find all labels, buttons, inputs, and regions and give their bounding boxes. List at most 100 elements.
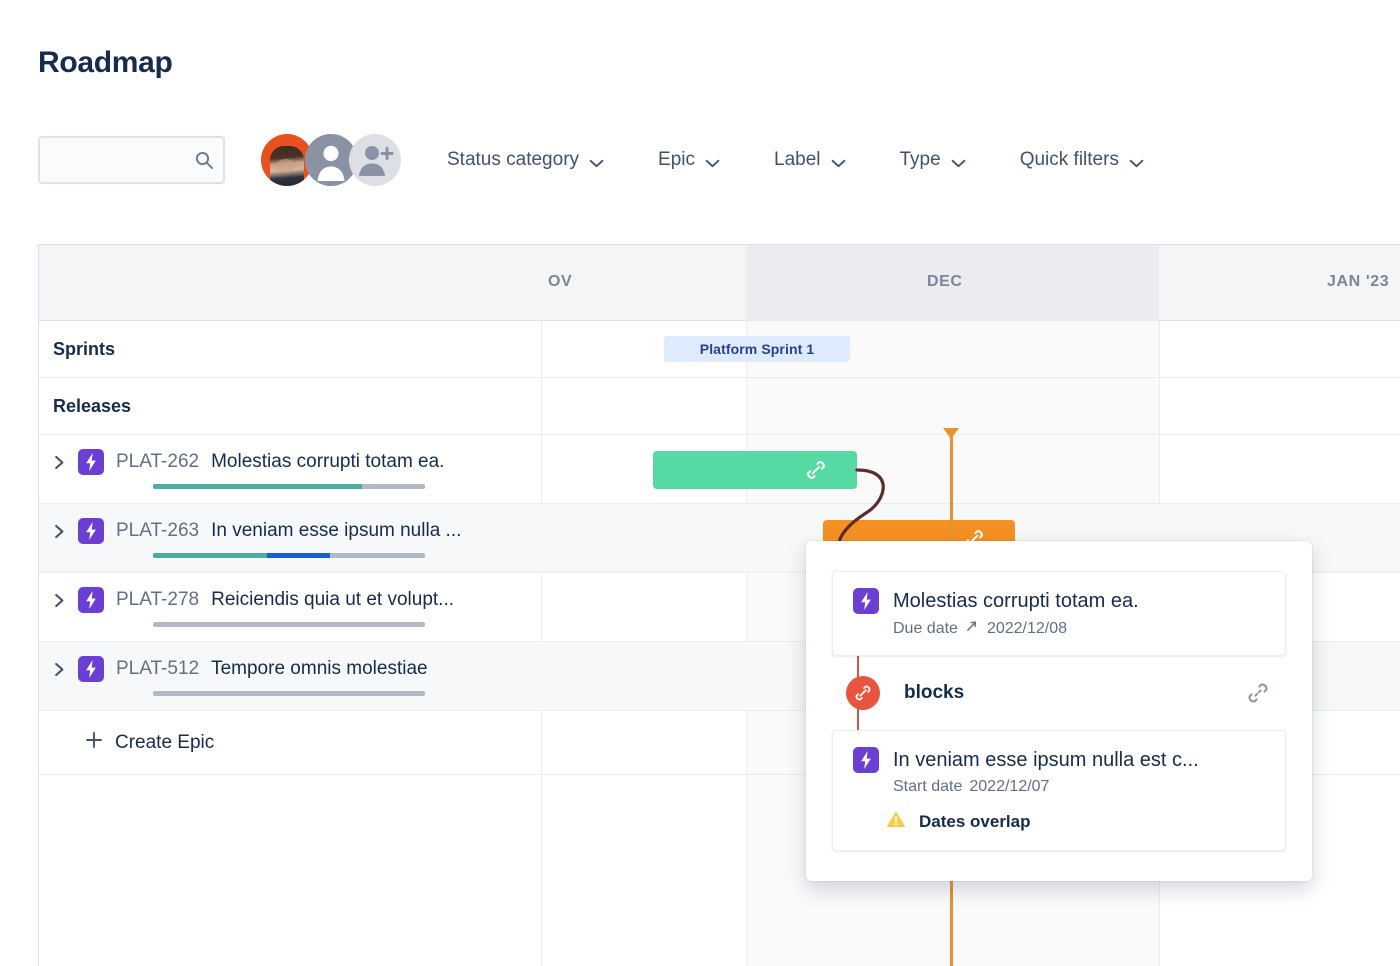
- sprint-chip-platform-sprint-1[interactable]: Platform Sprint 1: [664, 336, 850, 362]
- target-title: In veniam esse ipsum nulla est c...: [893, 748, 1199, 771]
- today-marker-arrow-icon: [943, 428, 959, 439]
- epic-key: PLAT-512: [116, 658, 200, 679]
- epic-name-cell: PLAT-278 Reiciendis quia ut et volupt...: [39, 573, 541, 641]
- epic-main: PLAT-278 Reiciendis quia ut et volupt...: [53, 587, 454, 613]
- epic-key: PLAT-263: [116, 520, 200, 541]
- filter-label: Type: [899, 149, 941, 170]
- row-sprints: Sprints Platform Sprint 1: [39, 321, 1400, 378]
- source-title-row: Molestias corrupti totam ea.: [853, 588, 1265, 614]
- avatar-group: [261, 134, 401, 186]
- dependency-relationship-label: blocks: [904, 682, 965, 703]
- month-header-row: OV DEC JAN '23: [39, 245, 1400, 321]
- filter-epic[interactable]: Epic: [650, 143, 728, 177]
- filter-label: Label: [774, 149, 821, 170]
- epic-main: PLAT-262 Molestias corrupti totam ea.: [53, 449, 444, 475]
- dependency-relationship-row: blocks: [832, 650, 1286, 736]
- filter-label: Status category: [447, 149, 580, 170]
- link-icon: [846, 676, 880, 710]
- chevron-down-icon: [1129, 156, 1144, 167]
- link-icon: [803, 457, 829, 483]
- row-releases: Releases: [39, 378, 1400, 435]
- epic-summary: Tempore omnis molestiae: [211, 658, 428, 679]
- releases-label: Releases: [53, 395, 132, 416]
- filter-label[interactable]: Label: [766, 143, 854, 177]
- row-label-cell: [39, 775, 541, 966]
- warning-triangle-icon: [885, 809, 907, 834]
- progress-segment: [153, 484, 363, 489]
- filter-quick-filters[interactable]: Quick filters: [1012, 143, 1152, 177]
- epic-name-cell: PLAT-263 In veniam esse ipsum nulla ...: [39, 504, 541, 572]
- epic-progress-bar: [153, 622, 425, 627]
- epic-summary: In veniam esse ipsum nulla ...: [211, 520, 462, 541]
- chevron-down-icon: [831, 156, 846, 167]
- dependency-target-card[interactable]: In veniam esse ipsum nulla est c... Star…: [832, 730, 1286, 851]
- avatar-face: [270, 146, 304, 186]
- epic-main: PLAT-512 Tempore omnis molestiae: [53, 656, 428, 682]
- chevron-right-icon[interactable]: [53, 662, 66, 677]
- unlink-icon[interactable]: [1244, 679, 1272, 707]
- epic-summary: Reiciendis quia ut et volupt...: [211, 589, 455, 610]
- month-label-jan: JAN '23: [1327, 273, 1390, 290]
- filter-status-category[interactable]: Status category: [439, 143, 612, 177]
- row-label-cell: Sprints: [39, 321, 541, 377]
- progress-segment: [329, 553, 425, 558]
- chevron-right-icon[interactable]: [53, 524, 66, 539]
- epic-name-cell: PLAT-262 Molestias corrupti totam ea.: [39, 435, 541, 503]
- add-person-avatar-button[interactable]: [349, 134, 401, 186]
- epic-icon: [78, 656, 104, 682]
- sprint-chip-label: Platform Sprint 1: [699, 341, 815, 357]
- progress-segment: [153, 553, 268, 558]
- chevron-down-icon: [705, 156, 720, 167]
- epic-icon: [853, 747, 879, 773]
- epic-name-cell: PLAT-512 Tempore omnis molestiae: [39, 642, 541, 710]
- row-label-cell: Releases: [39, 378, 541, 434]
- search-field-wrapper: [38, 136, 225, 184]
- dates-overlap-warning: Dates overlap: [885, 809, 1265, 834]
- dependency-popup: Molestias corrupti totam ea. Due date 20…: [806, 541, 1312, 881]
- epic-progress-bar: [153, 691, 425, 696]
- create-epic-button[interactable]: Create Epic: [53, 731, 214, 754]
- filter-label: Quick filters: [1019, 149, 1119, 170]
- progress-segment: [267, 553, 330, 558]
- chevron-right-icon[interactable]: [53, 593, 66, 608]
- source-meta-value: 2022/12/08: [986, 620, 1068, 637]
- progress-segment: [153, 691, 425, 696]
- epic-progress-bar: [153, 484, 425, 489]
- arrow-turn-icon: [965, 619, 980, 639]
- target-title-row: In veniam esse ipsum nulla est c...: [853, 747, 1265, 773]
- source-title: Molestias corrupti totam ea.: [893, 589, 1139, 612]
- gantt-bar-plat-262[interactable]: [653, 451, 857, 489]
- epic-key: PLAT-262: [116, 451, 200, 472]
- dates-overlap-text: Dates overlap: [919, 811, 1031, 831]
- add-person-icon: [359, 146, 394, 176]
- epic-icon: [78, 587, 104, 613]
- toolbar: Status category Epic Label Type Quick fi…: [38, 134, 1152, 186]
- epic-icon: [853, 588, 879, 614]
- target-meta-value: 2022/12/07: [969, 778, 1050, 795]
- progress-segment: [362, 484, 425, 489]
- epic-progress-bar: [153, 553, 425, 558]
- page-title: Roadmap: [38, 46, 173, 79]
- filter-type[interactable]: Type: [892, 143, 974, 177]
- filter-label: Epic: [658, 149, 695, 170]
- epic-key: PLAT-278: [116, 589, 200, 610]
- month-header-left-spacer: [39, 245, 541, 320]
- source-meta: Due date 2022/12/08: [893, 619, 1265, 639]
- create-epic-label: Create Epic: [115, 731, 215, 753]
- dependency-source-card[interactable]: Molestias corrupti totam ea. Due date 20…: [832, 571, 1286, 656]
- chevron-right-icon[interactable]: [53, 455, 66, 470]
- search-input[interactable]: [38, 136, 225, 184]
- progress-segment: [153, 622, 425, 627]
- epic-icon: [78, 449, 104, 475]
- target-meta: Start date 2022/12/07: [893, 778, 1265, 796]
- chevron-down-icon: [589, 156, 604, 167]
- epic-icon: [78, 518, 104, 544]
- row-label-cell: Create Epic: [39, 711, 541, 774]
- month-label-nov: OV: [548, 273, 573, 290]
- epic-main: PLAT-263 In veniam esse ipsum nulla ...: [53, 518, 461, 544]
- chevron-down-icon: [951, 156, 966, 167]
- plus-icon: [85, 731, 103, 754]
- epic-summary: Molestias corrupti totam ea.: [211, 451, 445, 472]
- target-meta-label: Start date: [893, 778, 963, 795]
- source-meta-label: Due date: [893, 620, 958, 637]
